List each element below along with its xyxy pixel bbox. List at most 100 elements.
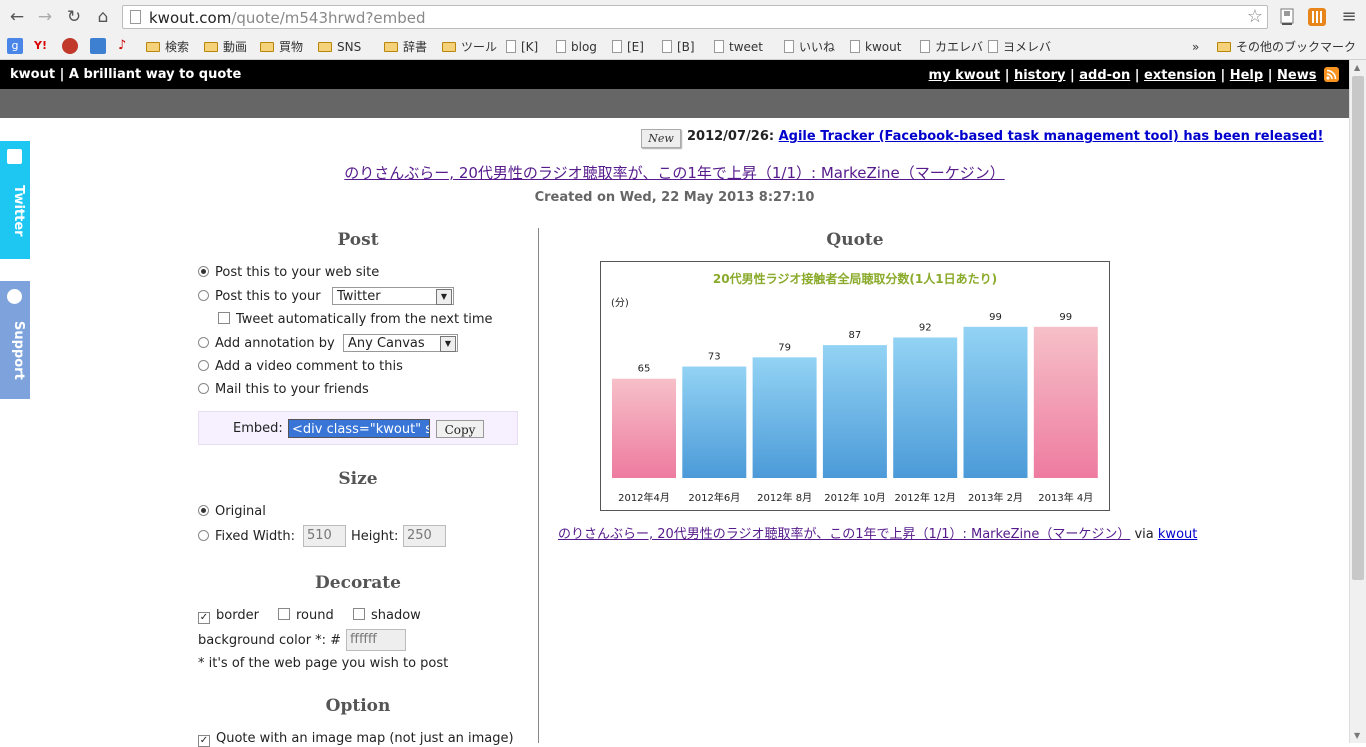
radio[interactable] [198, 337, 209, 348]
post-web-option[interactable]: Post this to your web site [198, 265, 379, 280]
size-fixed-option[interactable]: Fixed Width: [198, 529, 295, 544]
address-text[interactable]: kwout.com/quote/m543hrwd?embed [149, 9, 426, 27]
bg-color-input[interactable]: ffffff [346, 629, 406, 651]
bookmark-folder[interactable]: ツール [442, 38, 497, 56]
size-original-option[interactable]: Original [198, 504, 266, 519]
border-option[interactable]: ✓ border [198, 608, 259, 624]
bookmark-star-icon[interactable]: ☆ [1247, 6, 1263, 27]
site-icon-2[interactable] [90, 38, 106, 54]
bookmark-page[interactable]: blog [556, 38, 597, 56]
page-icon [612, 40, 622, 53]
news-link[interactable]: Agile Tracker (Facebook-based task manag… [779, 129, 1324, 144]
bar-0 [612, 378, 676, 478]
home-icon[interactable]: ⌂ [92, 6, 114, 28]
bookmark-page[interactable]: [E] [612, 38, 644, 56]
radio[interactable] [198, 383, 209, 394]
video-option[interactable]: Add a video comment to this [198, 359, 403, 374]
bookmark-folder[interactable]: 動画 [204, 38, 247, 56]
post-service-option[interactable]: Post this to your [198, 289, 321, 304]
news-date: 2012/07/26: [687, 129, 775, 144]
folder-icon [260, 42, 274, 52]
radio[interactable] [198, 290, 209, 301]
checkbox[interactable] [278, 608, 290, 620]
forward-icon[interactable]: → [34, 6, 56, 28]
category-label-1: 2012年6月 [688, 491, 740, 504]
height-input[interactable]: 250 [403, 525, 446, 547]
service-select[interactable]: Twitter ▼ [332, 287, 454, 305]
google-icon[interactable]: g [7, 38, 23, 54]
checkbox-checked[interactable]: ✓ [198, 735, 210, 747]
width-input[interactable]: 510 [303, 525, 346, 547]
rss-icon[interactable] [1324, 67, 1339, 82]
checkbox-checked[interactable]: ✓ [198, 612, 210, 624]
new-badge: New [641, 129, 681, 148]
extension-icon[interactable] [1278, 8, 1296, 26]
annotation-option[interactable]: Add annotation by [198, 336, 335, 351]
bookmark-folder[interactable]: 買物 [260, 38, 303, 56]
toolbar-ext-icon[interactable] [1308, 8, 1326, 26]
bookmark-page[interactable]: [K] [506, 38, 538, 56]
site-brand[interactable]: kwout | A brilliant way to quote [10, 67, 241, 82]
tweet-auto-option[interactable]: Tweet automatically from the next time [218, 312, 493, 327]
bookmark-page[interactable]: tweet [714, 38, 763, 56]
shadow-option[interactable]: shadow [353, 608, 421, 623]
scroll-down-icon[interactable]: ▼ [1354, 731, 1360, 740]
nav-help[interactable]: Help [1230, 68, 1263, 83]
bookmark-folder[interactable]: SNS [318, 38, 361, 56]
music-icon[interactable]: ♪ [118, 38, 134, 54]
via-kwout-link[interactable]: kwout [1158, 527, 1197, 542]
bar-4 [893, 337, 958, 478]
bookmark-page[interactable]: いいね [784, 38, 835, 56]
data-label-2: 79 [778, 342, 791, 353]
bookmarks-overflow-icon[interactable]: » [1192, 38, 1199, 56]
bookmark-folder[interactable]: 辞書 [384, 38, 427, 56]
site-nav: my kwout | history | add-on | extension … [929, 67, 1339, 83]
chart-unit-label: (分) [611, 297, 629, 309]
category-label-5: 2013年 2月 [968, 491, 1023, 504]
radio[interactable] [198, 530, 209, 541]
checkbox[interactable] [353, 608, 365, 620]
radio-selected[interactable] [198, 266, 209, 277]
source-title-link[interactable]: のりさんぶらー, 20代男性のラジオ聴取率が、この1年で上昇（1/1）: Mar… [344, 164, 1004, 182]
site-icon-1[interactable] [62, 38, 78, 54]
address-bar[interactable]: kwout.com/quote/m543hrwd?embed ☆ [122, 5, 1268, 29]
support-side-tab[interactable]: Support [0, 281, 30, 399]
nav-history[interactable]: history [1014, 68, 1065, 83]
nav-add-on[interactable]: add-on [1079, 68, 1130, 83]
bookmark-page[interactable]: kwout [850, 38, 901, 56]
scroll-up-icon[interactable]: ▲ [1354, 63, 1360, 72]
imagemap-option[interactable]: ✓ Quote with an image map (not just an im… [198, 731, 514, 747]
caption-title-link[interactable]: のりさんぶらー, 20代男性のラジオ聴取率が、この1年で上昇（1/1）: Mar… [558, 527, 1130, 542]
nav-news[interactable]: News [1277, 68, 1316, 83]
radio[interactable] [198, 360, 209, 371]
annotation-select[interactable]: Any Canvas ▼ [343, 334, 458, 352]
news-line: 2012/07/26: Agile Tracker (Facebook-base… [687, 129, 1323, 144]
page-scrollbar[interactable]: ▲ ▼ [1349, 60, 1366, 743]
quote-image[interactable]: 20代男性ラジオ接触者全局聴取分数(1人1日あたり) (分) 65 2012年4月… [600, 261, 1110, 511]
embed-code-input[interactable]: <div class="kwout" st [288, 419, 430, 438]
embed-panel: Embed: <div class="kwout" st Copy [198, 411, 518, 445]
reload-icon[interactable]: ↻ [63, 6, 85, 28]
menu-icon[interactable]: ≡ [1338, 6, 1360, 28]
bookmark-folder[interactable]: 検索 [146, 38, 189, 56]
nav-extension[interactable]: extension [1144, 68, 1216, 83]
header-band [0, 89, 1349, 118]
checkbox[interactable] [218, 312, 230, 324]
decorate-note: * it's of the web page you wish to post [198, 656, 449, 671]
data-label-1: 73 [708, 352, 721, 363]
radio-selected[interactable] [198, 505, 209, 516]
scroll-thumb[interactable] [1352, 76, 1364, 580]
bookmark-page[interactable]: ヨメレバ [988, 38, 1051, 56]
mail-option[interactable]: Mail this to your friends [198, 382, 369, 397]
category-label-0: 2012年4月 [618, 491, 670, 504]
round-option[interactable]: round [278, 608, 334, 623]
yahoo-icon[interactable]: Y! [34, 38, 50, 54]
nav-my-kwout[interactable]: my kwout [929, 68, 1001, 83]
copy-button[interactable]: Copy [436, 420, 484, 438]
other-bookmarks[interactable]: その他のブックマーク [1217, 38, 1356, 56]
bookmark-page[interactable]: カエレバ [920, 38, 983, 56]
back-icon[interactable]: ← [6, 6, 28, 28]
bookmark-page[interactable]: [B] [662, 38, 695, 56]
page-icon [920, 40, 930, 53]
quote-heading: Quote [826, 230, 884, 250]
